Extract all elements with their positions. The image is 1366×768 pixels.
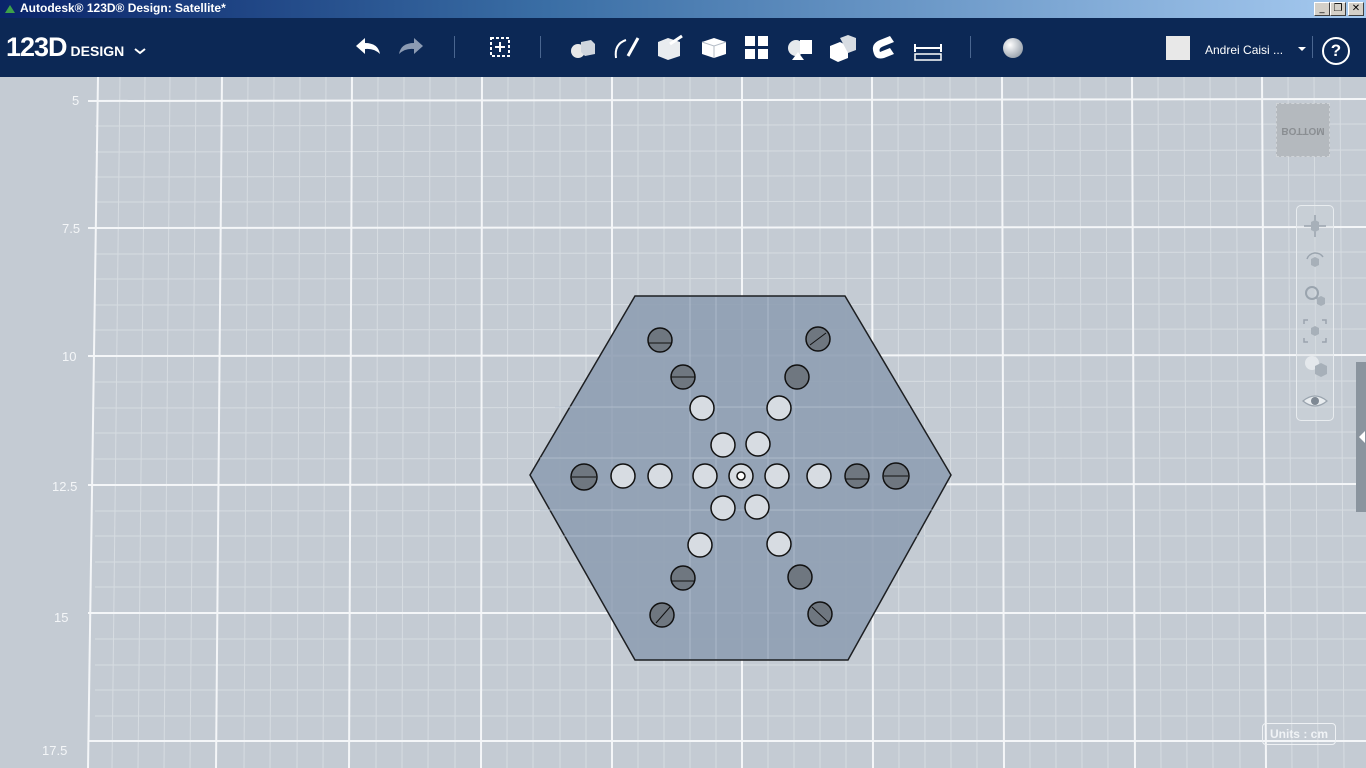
app-icon bbox=[5, 5, 15, 13]
window-title-bar: Autodesk® 123D® Design: Satellite* _ ❐ ✕ bbox=[0, 0, 1366, 18]
material-icon[interactable] bbox=[997, 32, 1029, 64]
redo-icon[interactable] bbox=[395, 32, 427, 64]
close-button[interactable]: ✕ bbox=[1348, 2, 1364, 16]
measure-icon[interactable] bbox=[912, 32, 944, 64]
design-viewport[interactable]: 5 7.5 10 12.5 15 17.5 bbox=[0, 77, 1366, 768]
y-axis-label: 17.5 bbox=[42, 743, 68, 758]
y-axis-label: 15 bbox=[54, 610, 69, 625]
grouping-icon[interactable] bbox=[784, 32, 816, 64]
minimize-button[interactable]: _ bbox=[1314, 2, 1330, 16]
y-axis-label: 10 bbox=[62, 349, 77, 364]
pan-icon[interactable] bbox=[1301, 212, 1329, 240]
orbit-icon[interactable] bbox=[1301, 247, 1329, 275]
side-panel-toggle[interactable] bbox=[1356, 362, 1366, 512]
y-axis-label: 12.5 bbox=[52, 479, 78, 494]
chevron-left-icon bbox=[1359, 431, 1365, 443]
combine-icon[interactable] bbox=[826, 32, 858, 64]
logo-word: DESIGN bbox=[70, 43, 125, 59]
undo-icon[interactable] bbox=[352, 32, 384, 64]
grid-canvas bbox=[87, 77, 1366, 768]
pattern-icon[interactable] bbox=[741, 32, 773, 64]
main-toolbar: 123D DESIGN Andrei Caisi ... ? bbox=[0, 18, 1366, 77]
view-cube[interactable]: BOTTOM bbox=[1276, 103, 1330, 157]
navigation-bar bbox=[1296, 205, 1334, 421]
user-menu-chevron-icon[interactable] bbox=[1297, 46, 1307, 52]
view-cube-face-label: BOTTOM bbox=[1281, 125, 1325, 136]
zoom-icon[interactable] bbox=[1301, 282, 1329, 310]
visibility-eye-icon[interactable] bbox=[1301, 387, 1329, 415]
window-title: Autodesk® 123D® Design: Satellite* bbox=[20, 1, 226, 15]
chevron-down-icon bbox=[134, 48, 146, 55]
restore-button[interactable]: ❐ bbox=[1330, 2, 1346, 16]
help-button[interactable]: ? bbox=[1322, 37, 1350, 65]
sketch-icon[interactable] bbox=[610, 32, 642, 64]
avatar[interactable] bbox=[1166, 36, 1190, 60]
materials-outlines-icon[interactable] bbox=[1301, 352, 1329, 380]
y-axis-label: 7.5 bbox=[62, 221, 81, 236]
modify-icon[interactable] bbox=[698, 32, 730, 64]
units-indicator[interactable]: Units : cm bbox=[1262, 723, 1336, 745]
logo-number: 123D bbox=[6, 32, 68, 62]
app-logo-menu[interactable]: 123D DESIGN bbox=[6, 32, 147, 63]
y-axis-label: 5 bbox=[72, 93, 80, 108]
user-name[interactable]: Andrei Caisi ... bbox=[1205, 43, 1283, 57]
transform-icon[interactable] bbox=[484, 32, 516, 64]
primitives-icon[interactable] bbox=[567, 32, 599, 64]
snap-icon[interactable] bbox=[868, 32, 900, 64]
construct-icon[interactable] bbox=[654, 32, 686, 64]
fit-icon[interactable] bbox=[1301, 317, 1329, 345]
